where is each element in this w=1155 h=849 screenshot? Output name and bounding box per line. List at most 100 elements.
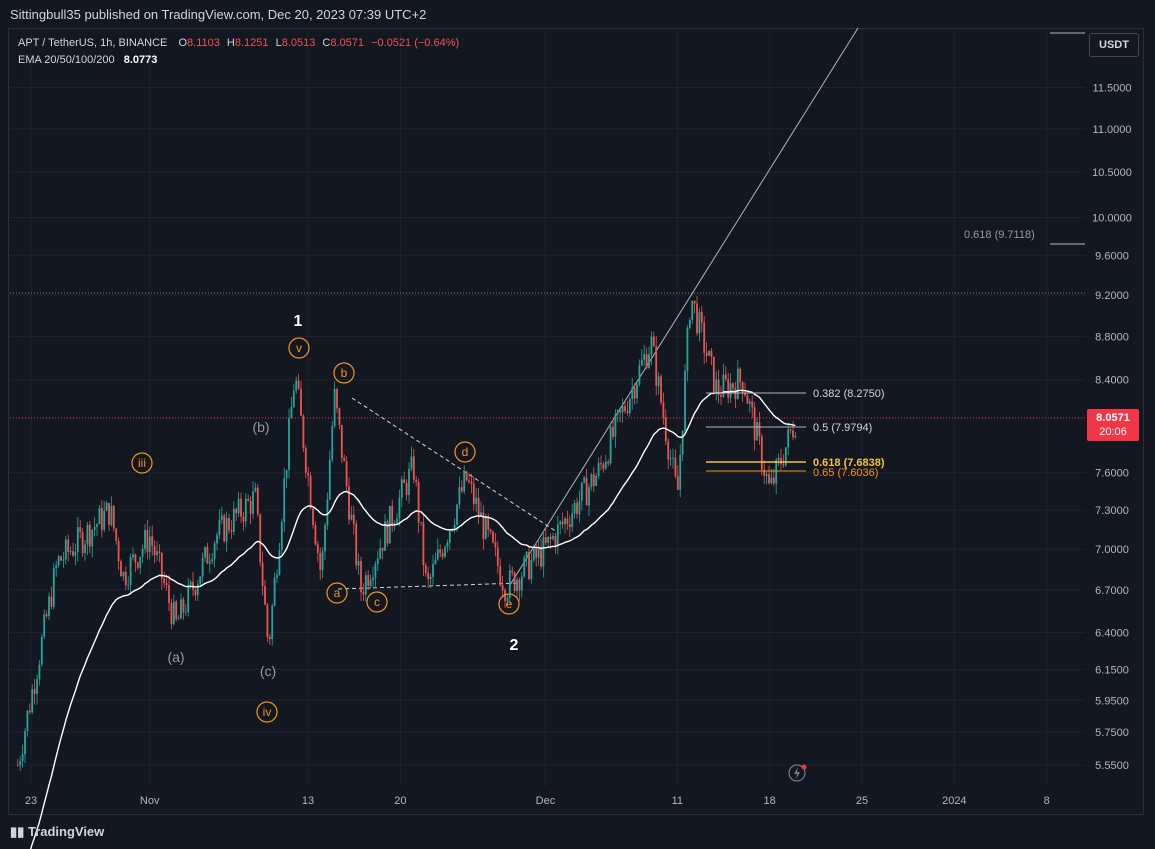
candle-body	[328, 459, 331, 500]
candle-body	[343, 457, 346, 462]
trend-line[interactable]	[509, 27, 859, 586]
svg-text:c: c	[374, 595, 380, 609]
candle-body	[775, 459, 778, 484]
candle-body	[446, 542, 449, 547]
candle-body	[292, 390, 295, 407]
candle-body	[168, 585, 170, 604]
candle-body	[417, 482, 420, 523]
candle-body	[660, 376, 662, 403]
candle-body	[679, 454, 682, 490]
last-price-value: 8.0571	[1096, 412, 1130, 424]
candle-body	[708, 350, 710, 356]
candle-body	[633, 387, 636, 399]
candle-body	[609, 426, 612, 464]
x-tick-label: 2024	[942, 795, 966, 807]
candle-body	[110, 505, 113, 525]
y-tick-label: 10.5000	[1092, 167, 1132, 179]
candle-body	[758, 422, 761, 437]
candle-body	[326, 499, 329, 526]
currency-button[interactable]: USDT	[1089, 33, 1139, 57]
candle-body	[187, 584, 190, 613]
svg-text:d: d	[462, 445, 469, 459]
fib-label-0382: 0.382 (8.2750)	[813, 388, 885, 400]
candle-body	[148, 536, 151, 552]
legend-symbol: APT / TetherUS, 1h, BINANCE	[18, 37, 167, 49]
x-tick-label: 13	[302, 795, 314, 807]
candle-body	[21, 754, 24, 762]
candle-body	[309, 475, 312, 509]
candle-body	[643, 354, 646, 360]
candle-body	[588, 486, 590, 506]
candle-body	[312, 508, 314, 526]
candle-body	[484, 516, 487, 539]
candle-body	[768, 474, 770, 484]
replay-icon[interactable]	[788, 764, 807, 782]
candle-body	[220, 515, 223, 520]
svg-text:APT / TetherUS, 1h, BINANCE: APT / TetherUS, 1h, BINANCE O8.1103 H8.1…	[18, 37, 459, 49]
candle-body	[172, 601, 175, 625]
candle-body	[571, 513, 574, 527]
candle-body	[724, 374, 727, 380]
candle-body	[681, 430, 684, 455]
candle-body	[568, 524, 571, 527]
candle-body	[566, 518, 569, 525]
candle-body	[710, 350, 713, 357]
candle-body	[657, 376, 660, 386]
candle-body	[208, 561, 211, 564]
wave-label-1: 1	[294, 313, 303, 330]
candle-body	[468, 480, 470, 482]
candle-body	[374, 563, 377, 578]
candle-body	[408, 468, 410, 495]
candle-body	[247, 498, 250, 501]
candle-body	[204, 547, 206, 558]
svg-text:v: v	[296, 341, 302, 355]
candle-body	[696, 303, 698, 334]
time-axis[interactable]: 23 Nov 13 20 Dec 11 18 25 2024 8	[25, 795, 1050, 807]
candle-body	[585, 477, 588, 506]
y-tick-label: 11.0000	[1093, 124, 1132, 136]
candle-body	[338, 408, 341, 425]
candle-body	[28, 710, 31, 713]
candle-body	[424, 565, 427, 573]
candle-body	[475, 497, 478, 505]
candle-body	[513, 572, 516, 592]
candle-body	[48, 596, 50, 617]
candle-body	[561, 521, 564, 525]
candle-body	[120, 561, 122, 577]
candle-body	[607, 461, 610, 464]
candle-body	[736, 368, 739, 399]
candle-body	[516, 579, 518, 592]
candle-body	[153, 545, 156, 556]
candle-body	[76, 527, 79, 553]
candle-body	[16, 765, 19, 766]
candle-body	[103, 510, 106, 530]
candle-body	[379, 547, 382, 559]
candle-body	[472, 483, 475, 505]
candle-body	[170, 603, 173, 625]
candle-body	[360, 560, 362, 593]
candle-body	[62, 559, 65, 561]
candle-body	[84, 544, 86, 554]
candle-body	[700, 311, 703, 323]
candle-body	[381, 547, 384, 551]
candle-body	[367, 575, 370, 586]
candle-body	[734, 388, 737, 399]
candle-body	[264, 586, 266, 605]
candle-body	[674, 457, 677, 477]
svg-text:e: e	[506, 597, 513, 611]
candle-body	[283, 478, 286, 523]
candle-body	[285, 469, 288, 479]
candle-body	[184, 612, 187, 613]
tradingview-logo[interactable]: ▮▮ TradingView	[10, 824, 104, 840]
candle-body	[288, 418, 290, 470]
candle-body	[357, 560, 360, 566]
candle-body	[72, 550, 74, 556]
candle-body	[252, 491, 254, 514]
candle-body	[213, 543, 216, 560]
candle-body	[297, 380, 300, 389]
candle-body	[115, 528, 118, 541]
candle-body	[604, 461, 607, 469]
candle-body	[559, 521, 562, 525]
candle-body	[729, 383, 732, 398]
chart-canvas[interactable]: 0.382 (8.2750) 0.5 (7.9794) 0.618 (7.683…	[0, 0, 1155, 849]
